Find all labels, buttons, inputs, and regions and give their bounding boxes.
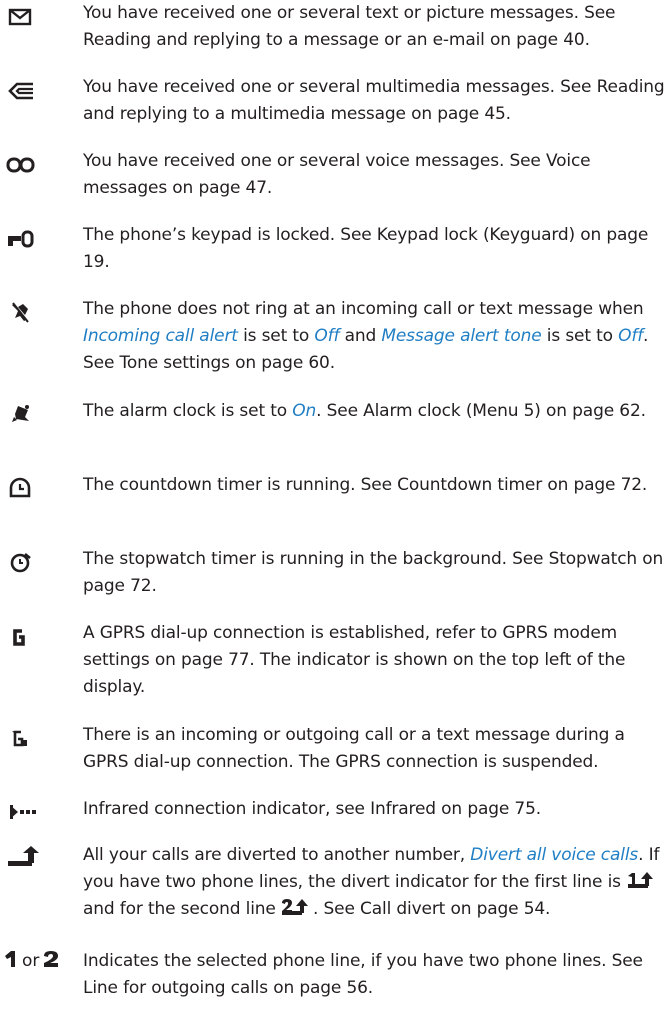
entry-text: The phone does not ring at an incoming c… [83,299,649,373]
silent-bell-icon [6,296,76,326]
entry-text: The countdown timer is running. See Coun… [83,475,648,495]
divert-line-2-icon [281,899,313,919]
entry-text: A GPRS dial-up connection is established… [83,623,626,697]
setting-value-on: On [292,401,317,421]
setting-divert-all-voice-calls: Divert all voice calls [470,845,639,865]
keyguard-icon [6,222,76,252]
entry-text: You have received one or several voice m… [83,151,591,198]
setting-value-off: Off [314,326,340,346]
gprs-suspended-icon [6,722,76,752]
indicator-list: You have received one or several text or… [0,0,671,1021]
call-divert-icon [6,842,76,872]
entry-text: The phone’s keypad is locked. See Keypad… [83,225,649,272]
alarm-bell-icon [6,398,76,428]
gprs-icon [6,620,76,650]
entry-text: Indicates the selected phone line, if yo… [83,951,643,998]
envelope-icon [6,0,76,30]
entry-text: The alarm clock is set to On. See Alarm … [83,401,646,421]
phone-line-icon: or [4,948,59,975]
entry-text: Infrared connection indicator, see Infra… [83,799,542,819]
setting-incoming-call-alert: Incoming call alert [83,326,238,346]
entry-text: All your calls are diverted to another n… [83,845,660,919]
infrared-icon [6,796,76,826]
setting-message-alert-tone: Message alert tone [381,326,542,346]
divert-line-1-icon [626,872,658,892]
multimedia-message-icon [6,74,76,104]
voicemail-icon [6,148,76,178]
stopwatch-icon [6,546,76,576]
entry-text: The stopwatch timer is running in the ba… [83,549,664,596]
setting-value-off: Off [618,326,644,346]
entry-text: There is an incoming or outgoing call or… [83,725,625,772]
entry-text: You have received one or several multime… [83,77,665,124]
countdown-timer-icon [6,472,76,502]
entry-text: You have received one or several text or… [83,3,616,50]
